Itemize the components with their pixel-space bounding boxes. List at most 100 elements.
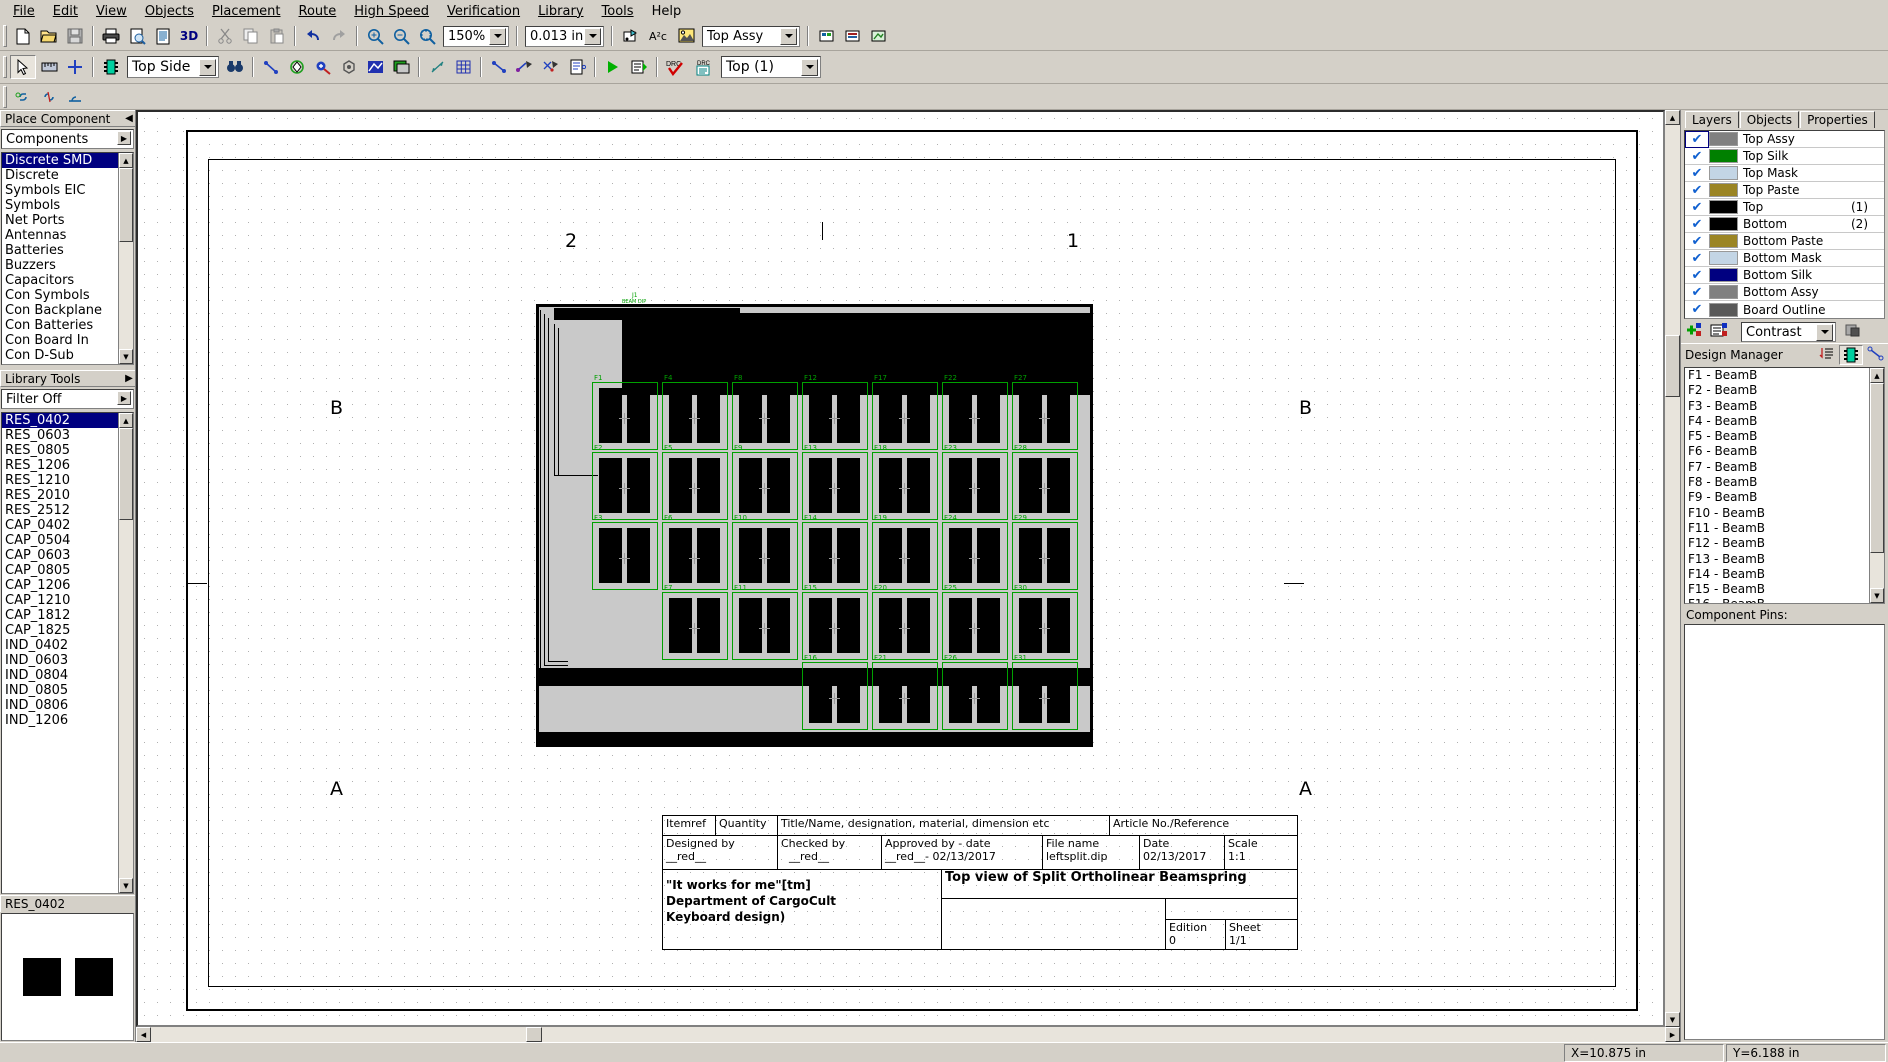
tab-layers[interactable]: Layers xyxy=(1685,111,1739,128)
select-tool-button[interactable] xyxy=(10,55,36,79)
layer-row-bottom-paste[interactable]: ✔ Bottom Paste xyxy=(1685,233,1884,250)
layer-color-swatch[interactable] xyxy=(1709,132,1738,146)
layers-list[interactable]: ✔ Top Assy ✔ Top Silk ✔ Top Mask xyxy=(1684,130,1885,319)
category-item[interactable]: Discrete xyxy=(2,168,118,183)
pcb-board[interactable]: J1 BEAM DIP xyxy=(536,304,1093,747)
part-item[interactable]: IND_0805 xyxy=(2,683,118,698)
part-item[interactable]: IND_0804 xyxy=(2,668,118,683)
chevron-down-icon[interactable] xyxy=(584,28,601,45)
zoom-out-button[interactable] xyxy=(388,24,414,48)
scroll-track[interactable] xyxy=(119,428,133,878)
layer-properties-icon[interactable] xyxy=(1710,322,1729,342)
design-manager-item[interactable]: F11 - BeamB xyxy=(1688,521,1869,536)
chevron-down-icon[interactable] xyxy=(780,28,797,45)
design-manager-item[interactable]: F16 - BeamB xyxy=(1688,597,1869,604)
chevron-down-icon[interactable] xyxy=(1816,324,1833,341)
category-item[interactable]: Antennas xyxy=(2,228,118,243)
menu-help[interactable]: Help xyxy=(643,2,691,21)
canvas-vertical-scrollbar[interactable]: ▲ ▼ xyxy=(1665,110,1680,1027)
part-item[interactable]: RES_1206 xyxy=(2,458,118,473)
design-manager-item[interactable]: F13 - BeamB xyxy=(1688,552,1869,567)
part-item[interactable]: CAP_1206 xyxy=(2,578,118,593)
design-manager-item[interactable]: F7 - BeamB xyxy=(1688,460,1869,475)
category-item[interactable]: Con Batteries xyxy=(2,318,118,333)
category-item[interactable]: Batteries xyxy=(2,243,118,258)
scroll-thumb[interactable] xyxy=(1870,383,1884,553)
layer-color-swatch[interactable] xyxy=(1709,268,1738,282)
place-component-button[interactable] xyxy=(98,55,124,79)
design-manager-item[interactable]: F15 - BeamB xyxy=(1688,582,1869,597)
layer-visibility-checkbox[interactable]: ✔ xyxy=(1685,183,1709,198)
chevron-right-icon[interactable]: ▶ xyxy=(117,391,131,405)
layer-visibility-checkbox[interactable]: ✔ xyxy=(1685,166,1709,181)
zoom-window-button[interactable] xyxy=(414,24,440,48)
layer-visibility-checkbox[interactable]: ✔ xyxy=(1685,200,1709,215)
unlink-button[interactable] xyxy=(36,85,62,109)
category-item[interactable]: Symbols xyxy=(2,198,118,213)
netlist-button[interactable] xyxy=(564,55,590,79)
scroll-track[interactable] xyxy=(1870,383,1884,588)
part-item[interactable]: IND_0806 xyxy=(2,698,118,713)
redo-button[interactable] xyxy=(326,24,352,48)
part-item[interactable]: CAP_1210 xyxy=(2,593,118,608)
save-button[interactable] xyxy=(62,24,88,48)
layer-row-bottom[interactable]: ✔ Bottom (2) xyxy=(1685,216,1884,233)
key-cell[interactable] xyxy=(872,382,938,450)
crosshair-tool-button[interactable] xyxy=(62,55,88,79)
add-layer-icon[interactable] xyxy=(1685,322,1704,342)
net-view-icon[interactable] xyxy=(1867,346,1884,364)
ruler-tool-button[interactable] xyxy=(36,55,62,79)
scroll-track-horizontal[interactable] xyxy=(151,1027,1665,1042)
key-cell[interactable] xyxy=(872,592,938,660)
zoom-level-combo[interactable]: 150% xyxy=(443,26,509,47)
find-button[interactable] xyxy=(222,55,248,79)
menu-verification[interactable]: Verification xyxy=(438,2,529,21)
design-manager-item[interactable]: F12 - BeamB xyxy=(1688,536,1869,551)
design-manager-item[interactable]: F9 - BeamB xyxy=(1688,490,1869,505)
menu-edit[interactable]: Edit xyxy=(44,2,87,21)
scroll-thumb-vertical[interactable] xyxy=(1665,335,1680,397)
key-cell[interactable] xyxy=(732,382,798,450)
category-item[interactable]: Net Ports xyxy=(2,213,118,228)
grid-size-combo[interactable]: 0.013 in xyxy=(525,26,604,47)
print-preview-button[interactable] xyxy=(124,24,150,48)
part-item[interactable]: CAP_1825 xyxy=(2,623,118,638)
zoom-in-button[interactable] xyxy=(362,24,388,48)
menu-view[interactable]: View xyxy=(87,2,136,21)
layer-visibility-checkbox[interactable]: ✔ xyxy=(1685,268,1709,283)
design-manager-item[interactable]: F1 - BeamB xyxy=(1688,368,1869,383)
key-cell[interactable] xyxy=(1012,382,1078,450)
copper-pour-button[interactable] xyxy=(388,55,414,79)
scroll-thumb-horizontal[interactable] xyxy=(526,1027,542,1042)
anchor-button[interactable] xyxy=(62,85,88,109)
layer-stack-button[interactable] xyxy=(813,24,839,48)
report-button[interactable] xyxy=(150,24,176,48)
component-pins-list[interactable] xyxy=(1684,624,1885,1040)
key-cell[interactable] xyxy=(942,452,1008,520)
tab-objects[interactable]: Objects xyxy=(1740,111,1799,128)
key-cell[interactable] xyxy=(592,452,658,520)
layer-row-top-paste[interactable]: ✔ Top Paste xyxy=(1685,182,1884,199)
place-hole-button[interactable] xyxy=(336,55,362,79)
drc-report-button[interactable]: DRC xyxy=(690,55,718,79)
key-cell[interactable] xyxy=(592,382,658,450)
menu-tools[interactable]: Tools xyxy=(593,2,643,21)
design-manager-item[interactable]: F3 - BeamB xyxy=(1688,399,1869,414)
layer-color-swatch[interactable] xyxy=(1709,200,1738,214)
place-via-button[interactable] xyxy=(284,55,310,79)
layer-row-top-assy[interactable]: ✔ Top Assy xyxy=(1685,131,1884,148)
key-cell[interactable] xyxy=(1012,452,1078,520)
key-cell[interactable] xyxy=(802,662,868,730)
text-button[interactable]: A²c xyxy=(643,24,673,48)
menu-high-speed[interactable]: High Speed xyxy=(345,2,438,21)
layer-visibility-checkbox[interactable]: ✔ xyxy=(1685,149,1709,164)
category-item[interactable]: Con Backplane xyxy=(2,303,118,318)
toolbar-grip[interactable] xyxy=(3,56,7,78)
key-cell[interactable] xyxy=(942,662,1008,730)
new-file-button[interactable] xyxy=(10,24,36,48)
components-combo[interactable]: Components ▶ xyxy=(1,129,134,149)
layer-row-board-outline[interactable]: ✔ Board Outline xyxy=(1685,301,1884,318)
part-item[interactable]: RES_0402 xyxy=(2,413,118,428)
part-item[interactable]: CAP_0603 xyxy=(2,548,118,563)
scroll-up-icon[interactable]: ▲ xyxy=(1870,368,1884,383)
